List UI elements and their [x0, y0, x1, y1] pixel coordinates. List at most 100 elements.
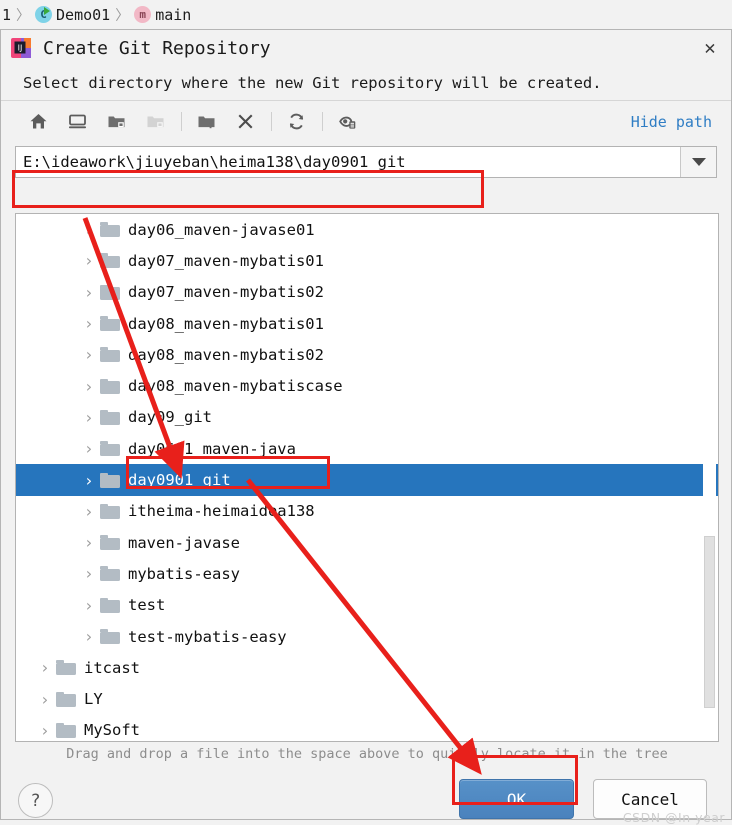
method-icon: m	[134, 6, 152, 23]
dialog-title: Create Git Repository	[43, 37, 271, 59]
folder-icon	[56, 691, 76, 707]
tree-row[interactable]: › itheima-heimaidea138	[16, 496, 718, 527]
chevron-right-icon[interactable]: ›	[78, 220, 100, 239]
chevron-right-icon[interactable]: ›	[78, 283, 100, 302]
tree-row[interactable]: › day09_git	[16, 402, 718, 433]
show-hidden-files-icon[interactable]	[332, 107, 362, 137]
path-dropdown-button[interactable]	[680, 147, 716, 177]
tree-row-label: day09_git	[128, 408, 212, 427]
tree-row[interactable]: › day08_maven-mybatis01	[16, 308, 718, 339]
tree-row-label: mybatis-easy	[128, 564, 240, 583]
tree-row[interactable]: › maven-javase	[16, 527, 718, 558]
folder-icon	[100, 253, 120, 269]
folder-icon	[100, 566, 120, 582]
folder-icon	[100, 316, 120, 332]
chevron-right-icon[interactable]: ›	[34, 721, 56, 740]
tree-row[interactable]: › itcast	[16, 652, 718, 683]
intellij-idea-icon: IJ	[11, 38, 31, 58]
chevron-right-icon[interactable]: ›	[34, 658, 56, 677]
tree-row-label: day08_maven-mybatis02	[128, 345, 324, 364]
chevron-right-icon[interactable]: ›	[78, 533, 100, 552]
refresh-icon[interactable]	[281, 107, 311, 137]
folder-icon	[100, 347, 120, 363]
toolbar-separator	[322, 112, 323, 131]
folder-icon	[100, 629, 120, 644]
folder-icon	[56, 660, 76, 676]
tree-row-label: maven-javase	[128, 533, 240, 552]
toolbar-separator	[271, 112, 272, 131]
breadcrumb-truncated-label: 1	[2, 5, 12, 24]
tree-row[interactable]: › MySoft	[16, 715, 718, 741]
chevron-right-icon[interactable]: ›	[78, 439, 100, 458]
dialog-titlebar: IJ Create Git Repository ✕	[1, 30, 731, 66]
breadcrumb-item-demo01[interactable]: C Demo01	[35, 6, 110, 24]
directory-tree-panel[interactable]: › day06_maven-javase01 › day07_maven-mybati…	[15, 213, 719, 742]
tree-row[interactable]: › LY	[16, 683, 718, 714]
tree-row[interactable]: › day0601_maven-java	[16, 433, 718, 464]
toolbar-separator	[181, 112, 182, 131]
new-folder-icon[interactable]	[191, 107, 221, 137]
chevron-right-icon[interactable]: ›	[78, 564, 100, 583]
dialog-footer: ? OK Cancel CSDN @In year	[1, 775, 732, 825]
tree-row-label: itheima-heimaidea138	[128, 502, 315, 521]
chevron-right-icon[interactable]: ›	[78, 377, 100, 396]
tree-row-label: test-mybatis-easy	[128, 627, 287, 646]
help-button[interactable]: ?	[18, 783, 53, 818]
breadcrumb-item-truncated[interactable]: 1	[2, 6, 11, 24]
folder-icon	[100, 535, 120, 551]
tree-row[interactable]: › day08_maven-mybatis02	[16, 339, 718, 370]
tree-row-label: day08_maven-mybatis01	[128, 314, 324, 333]
tree-row-selected[interactable]: › day0901_git	[16, 464, 718, 496]
path-field-highlight	[12, 170, 484, 208]
folder-icon	[56, 722, 76, 738]
tree-row-label: day08_maven-mybatiscase	[128, 377, 343, 396]
hide-path-link[interactable]: Hide path	[631, 113, 712, 131]
folder-icon	[100, 441, 120, 457]
module-folder-icon	[140, 107, 170, 137]
chevron-right-icon[interactable]: ›	[78, 314, 100, 333]
tree-scrollbar[interactable]	[703, 216, 716, 741]
folder-icon	[100, 409, 120, 425]
tree-scrollbar-thumb[interactable]	[704, 536, 715, 708]
chevron-right-icon[interactable]: ›	[78, 502, 100, 521]
tree-row[interactable]: › day07_maven-mybatis02	[16, 277, 718, 308]
chevron-right-icon[interactable]: ›	[78, 596, 100, 615]
tree-row-label: test	[128, 596, 166, 615]
folder-icon	[100, 503, 120, 519]
folder-icon	[100, 284, 120, 300]
tree-row[interactable]: › mybatis-easy	[16, 558, 718, 589]
chevron-right-icon[interactable]: ›	[78, 345, 100, 364]
tree-row[interactable]: › test-mybatis-easy	[16, 621, 718, 652]
breadcrumb-item-main[interactable]: m main	[134, 6, 191, 24]
selected-folder-highlight	[126, 456, 330, 489]
tree-row[interactable]: › day07_maven-mybatis01	[16, 245, 718, 276]
tree-row-label: day07_maven-mybatis01	[128, 251, 324, 270]
folder-icon	[100, 597, 120, 613]
close-icon[interactable]: ✕	[695, 35, 725, 61]
tree-row[interactable]: › day06_maven-javase01	[16, 214, 718, 245]
chevron-right-icon[interactable]: ›	[78, 627, 100, 646]
watermark-text: CSDN @In year	[622, 810, 725, 825]
svg-text:IJ: IJ	[18, 44, 23, 53]
tree-row[interactable]: › day08_maven-mybatiscase	[16, 370, 718, 401]
home-icon[interactable]	[23, 107, 53, 137]
chevron-right-icon[interactable]: ›	[78, 408, 100, 427]
dialog-subtitle: Select directory where the new Git repos…	[23, 74, 602, 92]
directory-tree: › day06_maven-javase01 › day07_maven-mybati…	[16, 214, 718, 741]
desktop-icon[interactable]	[62, 107, 92, 137]
chevron-right-icon[interactable]: ›	[78, 251, 100, 270]
tree-row-label: day07_maven-mybatis02	[128, 283, 324, 302]
delete-icon[interactable]	[230, 107, 260, 137]
chevron-down-icon	[691, 158, 706, 166]
chevron-right-icon[interactable]: ›	[78, 471, 100, 490]
tree-row-label: itcast	[84, 658, 140, 677]
breadcrumb-demo01-label: Demo01	[56, 5, 111, 24]
folder-icon	[100, 378, 120, 394]
folder-icon	[100, 472, 120, 488]
project-folder-icon[interactable]	[101, 107, 131, 137]
breadcrumb-separator: 〉	[115, 7, 130, 24]
folder-icon	[100, 222, 120, 238]
file-chooser-toolbar: Hide path	[1, 100, 731, 142]
tree-row[interactable]: › test	[16, 590, 718, 621]
chevron-right-icon[interactable]: ›	[34, 690, 56, 709]
